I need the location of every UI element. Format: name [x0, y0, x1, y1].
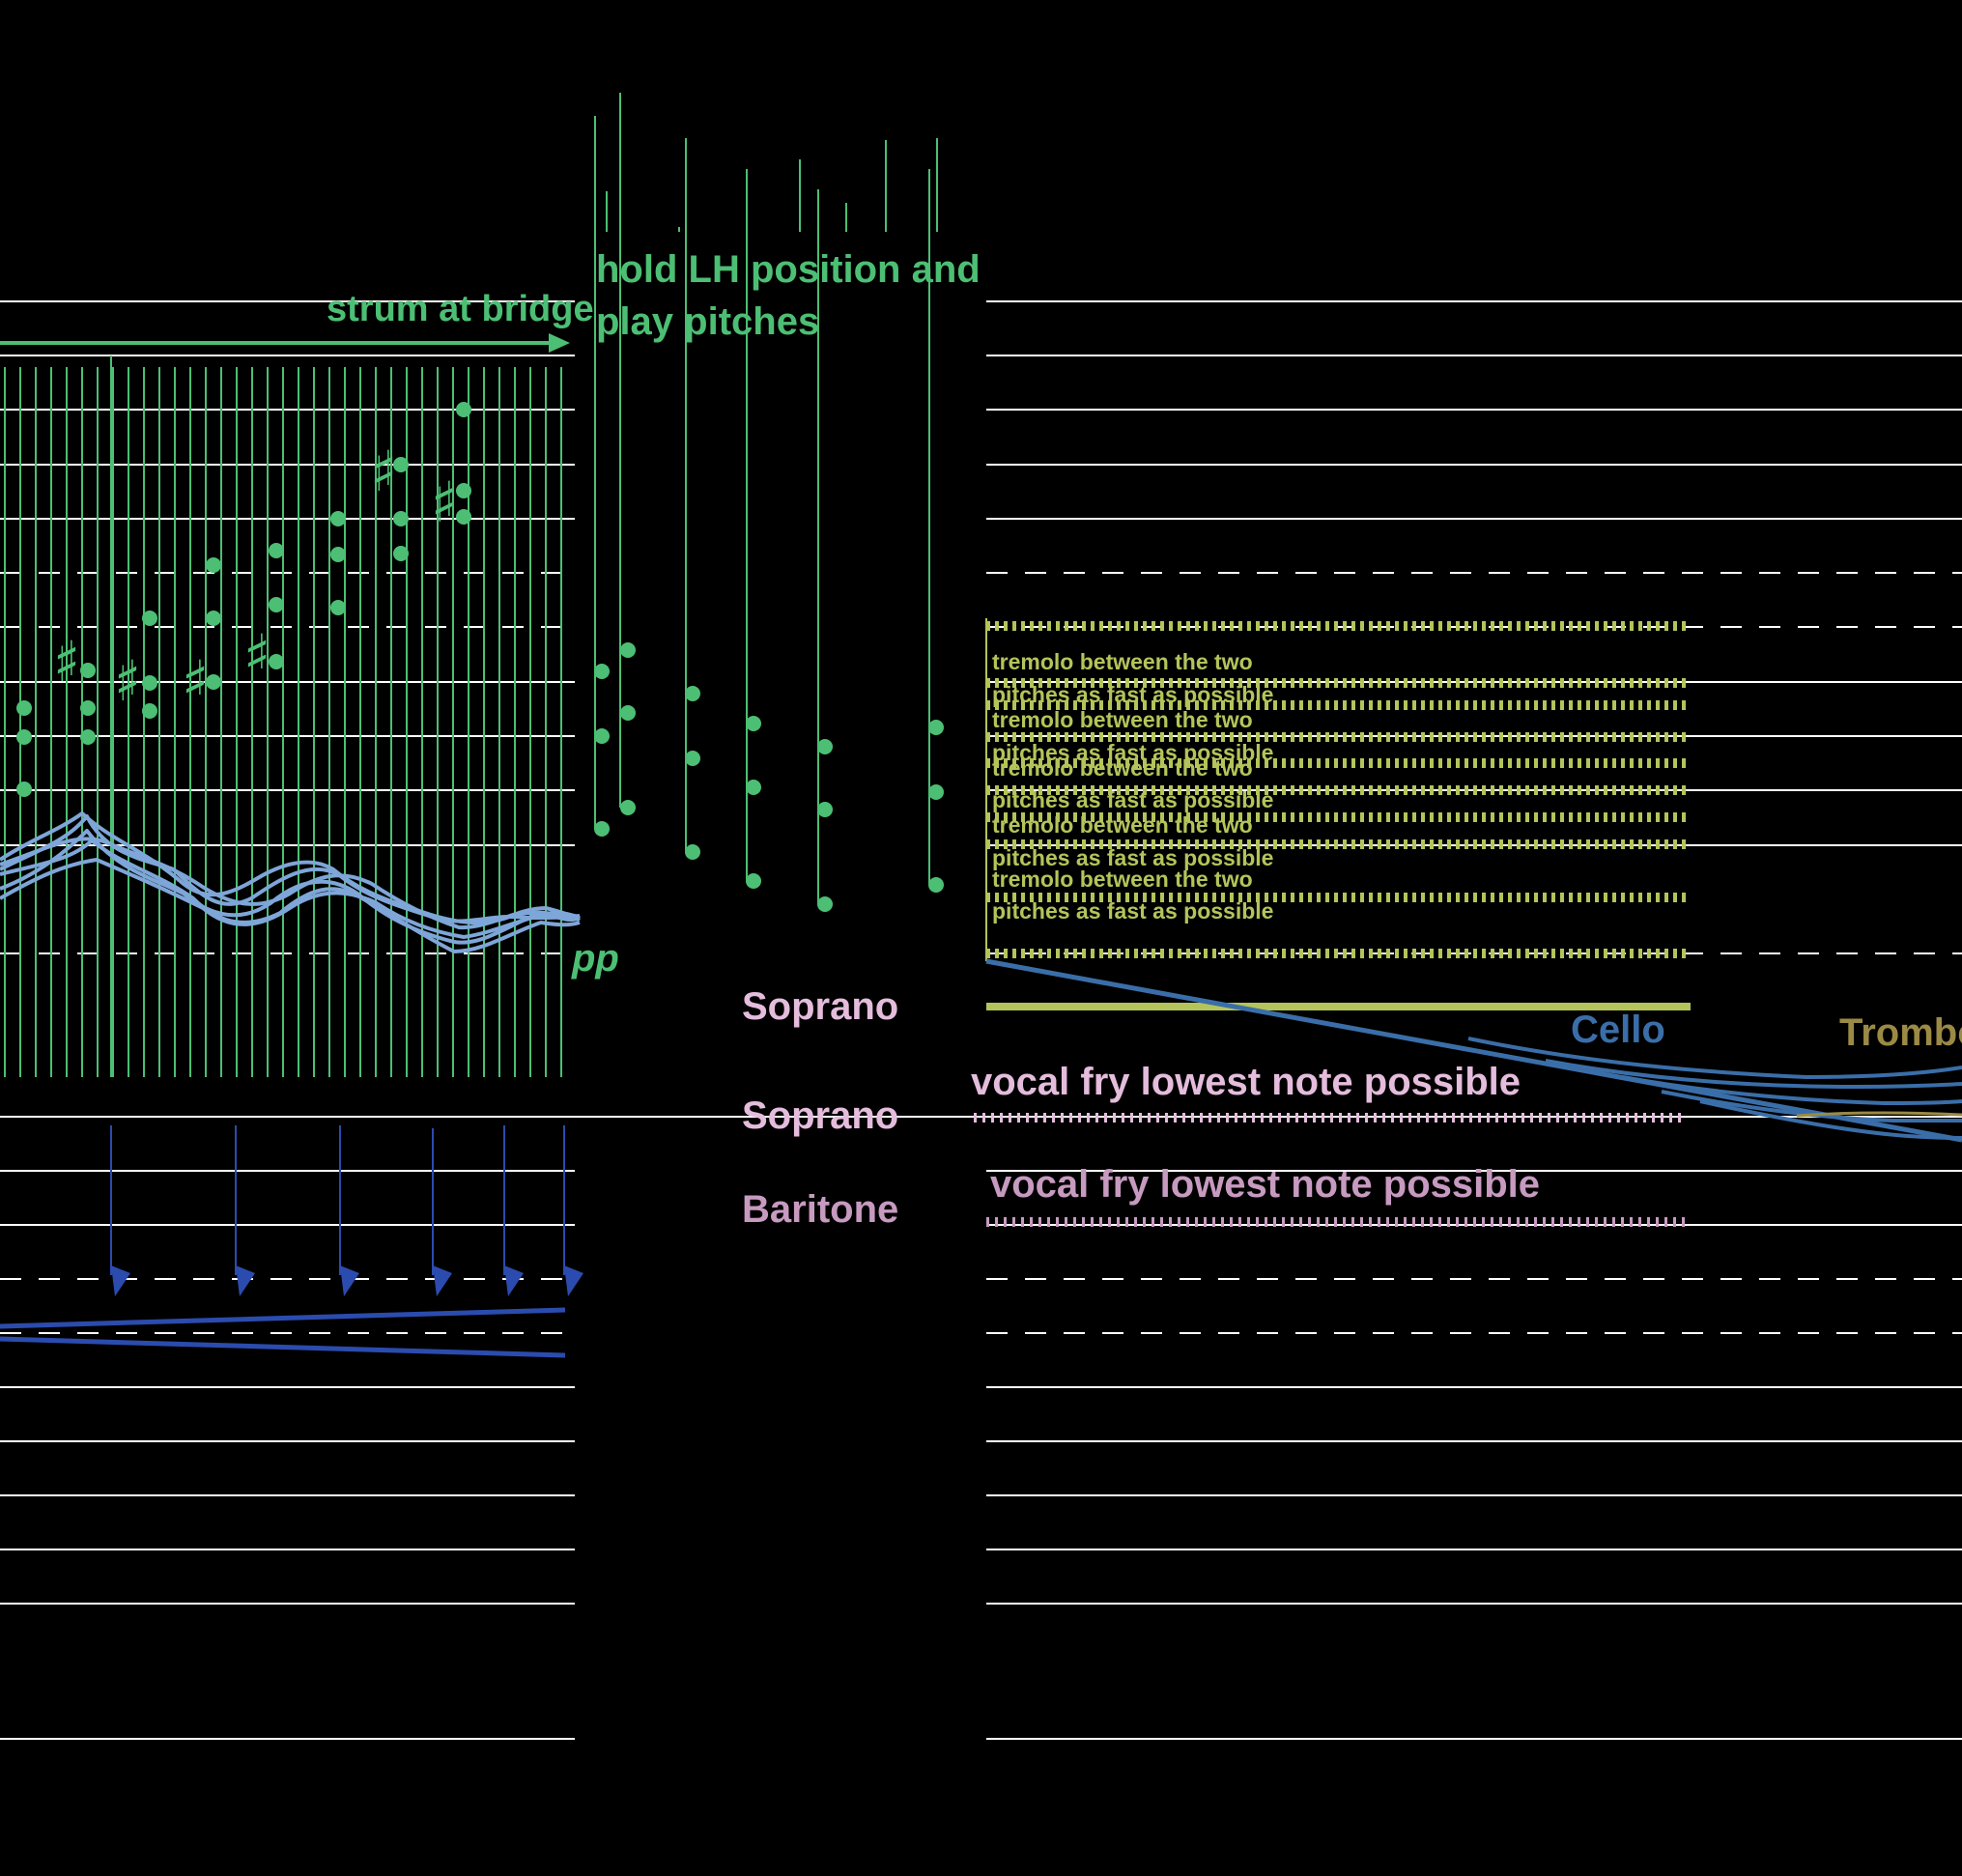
note-dot — [594, 728, 610, 744]
note-dot — [817, 802, 833, 817]
note-dot — [330, 600, 346, 615]
note-dot — [16, 782, 32, 797]
tremolo-label: tremolo between the two — [992, 755, 1253, 781]
sharp-icon: ♯ — [243, 622, 270, 688]
guitar-notes — [16, 402, 944, 912]
trombone-label: Trombo — [1839, 1011, 1962, 1054]
tremolo-label: pitches as fast as possible — [992, 682, 1273, 707]
down-arrow-icon — [236, 1265, 255, 1296]
down-arrow-icon — [340, 1265, 359, 1296]
melodic-contours — [0, 811, 581, 953]
graphic-score: strum at bridge ♯ ♯ ♯ ♯ ♯ ♯ pp hold LH p… — [0, 93, 1962, 1740]
soprano-label-2: Soprano — [742, 1094, 898, 1137]
note-dot — [142, 611, 157, 626]
note-dot — [393, 546, 409, 561]
sharp-icon: ♯ — [182, 648, 209, 714]
note-dot — [817, 739, 833, 754]
note-dot — [330, 547, 346, 562]
note-dot — [620, 705, 636, 721]
dynamic-marking: pp — [571, 937, 619, 980]
cello-label: Cello — [1571, 1009, 1665, 1051]
strum-label: strum at bridge — [327, 289, 594, 329]
note-dot — [456, 483, 471, 498]
right-arrow-icon — [549, 333, 570, 353]
note-dot — [80, 729, 96, 745]
down-arrow-icon — [564, 1265, 583, 1296]
hold-lh-stems — [594, 93, 938, 904]
note-dot — [393, 511, 409, 526]
note-dot — [685, 686, 700, 701]
note-dot — [746, 780, 761, 795]
tremolo-label: pitches as fast as possible — [992, 787, 1273, 812]
strum-arrow — [0, 333, 570, 353]
baritone-vocal-fry-label: vocal fry lowest note possible — [990, 1163, 1540, 1206]
down-arrow-icon — [433, 1265, 452, 1296]
note-dot — [142, 675, 157, 691]
note-dot — [620, 642, 636, 658]
note-dot — [206, 557, 221, 573]
soprano-vocal-fry-label: vocal fry lowest note possible — [971, 1061, 1521, 1103]
note-dot — [206, 611, 221, 626]
soprano-label: Soprano — [742, 985, 898, 1028]
note-dot — [620, 800, 636, 815]
note-dot — [269, 597, 284, 612]
sharp-icon: ♯ — [114, 648, 141, 714]
down-arrow-icon — [111, 1265, 130, 1296]
tremolo-label: tremolo between the two — [992, 867, 1253, 892]
note-dot — [16, 700, 32, 716]
note-dot — [16, 729, 32, 745]
tremolo-label: tremolo between the two — [992, 812, 1253, 838]
sharp-icon: ♯ — [370, 439, 397, 504]
trombone-line — [1796, 1111, 1962, 1118]
note-dot — [928, 877, 944, 893]
note-dot — [928, 784, 944, 800]
note-dot — [80, 700, 96, 716]
note-dot — [142, 703, 157, 719]
baritone-label: Baritone — [742, 1188, 898, 1231]
note-dot — [269, 543, 284, 558]
note-dot — [746, 873, 761, 889]
tremolo-label: pitches as fast as possible — [992, 898, 1273, 924]
note-dot — [685, 751, 700, 766]
staff-lines — [0, 300, 1962, 1740]
sharp-icon: ♯ — [53, 629, 80, 695]
percussion-arrows — [110, 1125, 583, 1296]
hold-lh-label-line2: play pitches — [596, 300, 819, 343]
note-dot — [746, 716, 761, 731]
hold-lh-label-line1: hold LH position and — [596, 248, 981, 291]
note-dot — [594, 821, 610, 837]
note-dot — [685, 844, 700, 860]
note-dot — [80, 663, 96, 678]
note-dot — [330, 511, 346, 526]
down-arrow-icon — [504, 1265, 524, 1296]
note-dot — [817, 896, 833, 912]
sharp-icon: ♯ — [431, 469, 458, 535]
note-dot — [456, 402, 471, 417]
tremolo-label: tremolo between the two — [992, 707, 1253, 732]
note-dot — [594, 664, 610, 679]
tremolo-label: tremolo between the two — [992, 649, 1253, 674]
note-dot — [269, 654, 284, 669]
note-dot — [928, 720, 944, 735]
note-dot — [456, 509, 471, 525]
